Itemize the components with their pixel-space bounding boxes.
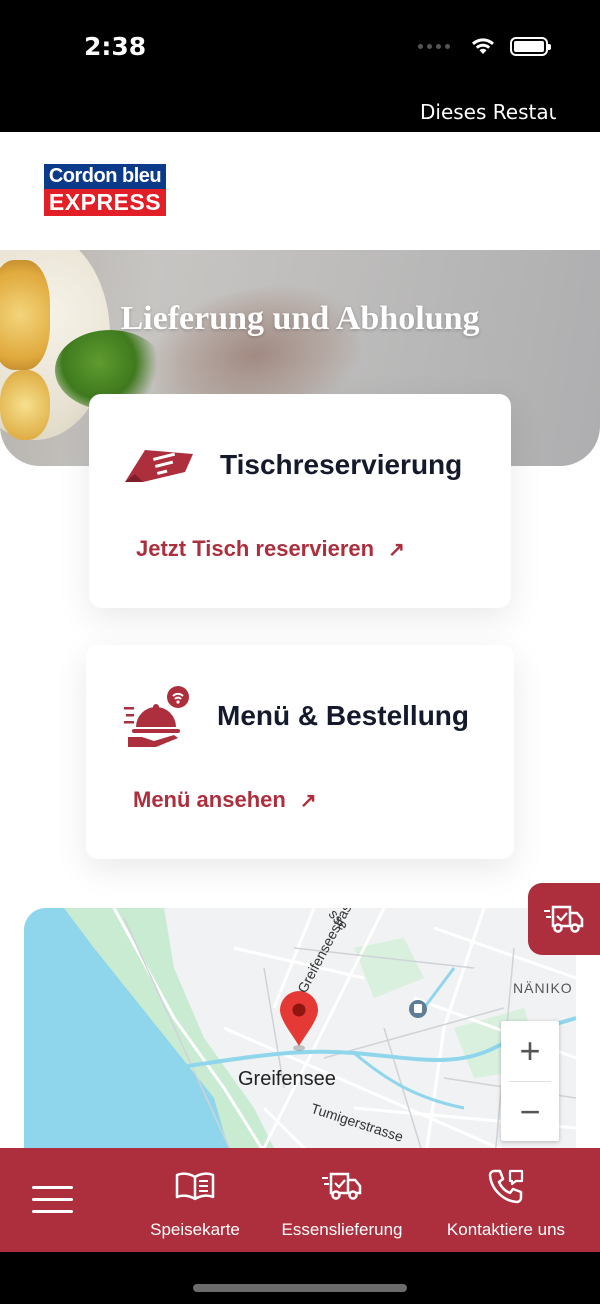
battery-icon xyxy=(510,36,551,56)
status-bar: 2:38 xyxy=(0,0,600,100)
map-label-locality: NÄNIKO xyxy=(513,980,573,996)
cloche-icon xyxy=(124,686,189,747)
nav-label: Essenslieferung xyxy=(281,1220,403,1239)
ticker-text: Dieses Restau xyxy=(420,100,556,124)
nav-label: Kontaktiere uns xyxy=(446,1220,566,1239)
ticket-icon xyxy=(125,450,193,482)
bottom-navigation: Speisekarte Essenslieferung Kontaktiere … xyxy=(0,1148,600,1252)
delivery-truck-icon xyxy=(322,1172,362,1200)
map-tiles xyxy=(24,908,576,1168)
hero-food-image-2 xyxy=(0,370,50,440)
link-label: Jetzt Tisch reservieren xyxy=(136,536,375,561)
nav-label: Speisekarte xyxy=(150,1220,240,1239)
location-map[interactable]: Greifensee Greifenseestrasse Tumigerstra… xyxy=(24,908,576,1168)
map-label-town: Greifensee xyxy=(238,1068,336,1090)
phone-icon xyxy=(488,1169,524,1204)
status-time: 2:38 xyxy=(84,32,147,61)
card-title: Tischreservierung xyxy=(220,449,463,480)
reserve-table-link[interactable]: Jetzt Tisch reservieren ↗ xyxy=(136,536,405,562)
map-zoom-controls: + − xyxy=(501,1021,559,1141)
view-menu-link[interactable]: Menü ansehen ↗ xyxy=(133,787,317,813)
status-icons xyxy=(418,36,551,56)
hero-title: Lieferung und Abholung xyxy=(120,300,480,337)
nav-item-essenslieferung[interactable]: Essenslieferung xyxy=(270,1166,414,1240)
external-arrow-icon: ↗ xyxy=(388,538,405,561)
link-label: Menü ansehen xyxy=(133,787,286,812)
restaurant-logo[interactable]: Cordon bleu EXPRESS xyxy=(44,164,166,216)
hamburger-menu-icon[interactable] xyxy=(32,1186,73,1216)
menu-order-card[interactable]: Menü & Bestellung Menü ansehen ↗ xyxy=(86,645,514,859)
wifi-icon xyxy=(472,38,494,54)
zoom-out-button[interactable]: − xyxy=(501,1082,559,1142)
announcement-ticker[interactable]: Dieses Restau xyxy=(0,100,600,132)
delivery-fab-button[interactable] xyxy=(528,883,600,955)
nav-item-kontakt[interactable]: Kontaktiere uns xyxy=(434,1166,578,1240)
external-arrow-icon: ↗ xyxy=(299,789,317,812)
logo-line2: EXPRESS xyxy=(44,189,166,216)
home-indicator-area xyxy=(0,1252,600,1304)
card-title: Menü & Bestellung xyxy=(217,700,470,731)
zoom-in-button[interactable]: + xyxy=(501,1021,559,1081)
logo-line1: Cordon bleu xyxy=(44,164,166,189)
table-reservation-card[interactable]: Tischreservierung Jetzt Tisch reserviere… xyxy=(89,394,511,608)
book-icon xyxy=(175,1172,215,1201)
app-content: Cordon bleu EXPRESS Lieferung und Abholu… xyxy=(0,132,600,1252)
home-indicator[interactable] xyxy=(193,1284,407,1292)
cellular-signal-icon xyxy=(418,43,450,49)
delivery-truck-icon xyxy=(544,905,584,933)
nav-item-speisekarte[interactable]: Speisekarte xyxy=(140,1166,250,1240)
